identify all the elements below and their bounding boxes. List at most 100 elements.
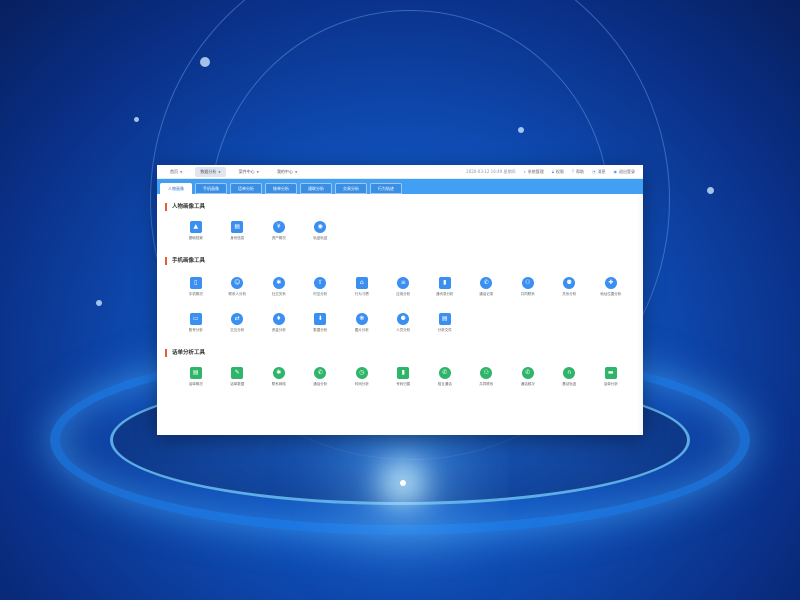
section-title: 手机画像工具 xyxy=(165,257,635,265)
chevron-down-icon: ▼ xyxy=(294,169,298,174)
group-icon: ⚈ xyxy=(397,313,410,325)
background-dot xyxy=(518,127,524,133)
tool-item[interactable]: ⚇ 共同联系 xyxy=(466,367,508,397)
car-icon: ▬ xyxy=(604,367,617,379)
tool-label: 人员分析 xyxy=(396,328,411,332)
tool-label: 资产概况 xyxy=(271,236,286,240)
id-card-icon: ▤ xyxy=(231,221,244,233)
tool-label: 数据分析 xyxy=(313,328,328,332)
top-nav-item[interactable]: 案件中心 ▼ xyxy=(234,167,264,177)
tool-item[interactable]: ▤ 分析文件 xyxy=(424,313,466,343)
top-link-label: 帮助 xyxy=(576,168,584,174)
tool-item[interactable]: ☺ 联系人分析 xyxy=(217,277,259,307)
top-link[interactable]: ? 帮助 xyxy=(572,169,584,175)
top-bar: 首页 ▼ 数据分析 ▼ 案件中心 ▼ 我的中心 ▼ 2020-03-12 16:49 星期四 … xyxy=(157,165,643,179)
tool-item[interactable]: ▯ 手机概况 xyxy=(175,277,217,307)
tab-item[interactable]: 人物画像 xyxy=(160,183,192,194)
app-window: 首页 ▼ 数据分析 ▼ 案件中心 ▼ 我的中心 ▼ 2020-03-12 16:49 星期四 … xyxy=(157,165,643,435)
top-link[interactable]: ◔ 消息 xyxy=(592,169,606,175)
tool-item[interactable]: ❋ 图片分析 xyxy=(341,313,383,343)
network-icon: ✱ xyxy=(272,367,285,379)
headset-icon: ∩ xyxy=(563,367,576,379)
tool-label: 联系人分析 xyxy=(228,292,247,296)
top-link-label: 系统管理 xyxy=(527,168,544,174)
tool-item[interactable]: ♦ 资金分析 xyxy=(258,313,300,343)
tool-item[interactable]: ⚇ 共同联系 xyxy=(507,277,549,307)
home-icon: ⌂ xyxy=(355,277,368,289)
tool-item[interactable]: ▭ 账号分析 xyxy=(175,313,217,343)
tool-item[interactable]: ◉ 轨迹轨迹 xyxy=(300,221,342,251)
tab-item[interactable]: 手机画像 xyxy=(195,183,227,194)
tool-item[interactable]: ▲ 基础档案 xyxy=(175,221,217,251)
tool-item[interactable]: ◷ 时间分析 xyxy=(341,367,383,397)
clock-icon: ◷ xyxy=(355,367,368,379)
tool-label: 基站轨迹 xyxy=(562,382,577,386)
tool-item[interactable]: ⚉ 关系分析 xyxy=(549,277,591,307)
aperture-icon: ❋ xyxy=(355,313,368,325)
top-link[interactable]: 🔒︎ 权限 xyxy=(552,169,564,175)
tool-item[interactable]: ✱ 社交关系 xyxy=(258,277,300,307)
tool-item[interactable]: ✱ 联系网络 xyxy=(258,367,300,397)
tool-label: 话单分析 xyxy=(603,382,618,386)
tab-bar: 人物画像 手机画像 话单分析 账单分析 通联分析 交易分析 行为轨迹 xyxy=(157,179,643,194)
tool-item[interactable]: ⇧ 时空分析 xyxy=(300,277,342,307)
person-card-icon: ▲ xyxy=(189,221,202,233)
background-dot xyxy=(707,187,714,194)
tool-label: 手机概况 xyxy=(188,292,203,296)
users-icon: ⚇ xyxy=(480,367,493,379)
tool-item[interactable]: ✚ 地址位置分析 xyxy=(590,277,632,307)
top-nav-item[interactable]: 首页 ▼ xyxy=(165,167,187,177)
tool-label: 话单数据 xyxy=(230,382,245,386)
tool-item[interactable]: ✆ 通话记录 xyxy=(466,277,508,307)
exchange-icon: ⇄ xyxy=(231,313,244,325)
tab-item[interactable]: 账单分析 xyxy=(265,183,297,194)
tool-item[interactable]: ✆ 通话频次 xyxy=(507,367,549,397)
tool-item[interactable]: ⌂ 行为习惯 xyxy=(341,277,383,307)
tool-item[interactable]: ✆ 相互通话 xyxy=(424,367,466,397)
top-link[interactable]: ⌕ 系统管理 xyxy=(523,169,543,175)
address-book-icon: ▮ xyxy=(397,367,410,379)
location-icon: ◉ xyxy=(314,221,327,233)
tool-label: 交互分析 xyxy=(230,328,245,332)
tab-item[interactable]: 行为轨迹 xyxy=(370,183,402,194)
tool-item[interactable]: ≡ 应用分析 xyxy=(383,277,425,307)
tool-label: 分析文件 xyxy=(437,328,452,332)
tab-item[interactable]: 话单分析 xyxy=(230,183,262,194)
rocket-icon: ⇧ xyxy=(314,277,327,289)
tool-item[interactable]: ⚈ 人员分析 xyxy=(383,313,425,343)
tool-label: 联系网络 xyxy=(271,382,286,386)
tool-label: 图片分析 xyxy=(354,328,369,332)
tool-item[interactable]: ⇄ 交互分析 xyxy=(217,313,259,343)
lock-icon: 🔒︎ xyxy=(551,169,554,174)
tool-item[interactable]: ✎ 话单数据 xyxy=(217,367,259,397)
call-icon: ✆ xyxy=(314,367,327,379)
tool-label: 话单概况 xyxy=(188,382,203,386)
tool-label: 号码归属 xyxy=(396,382,411,386)
chevron-down-icon: ▼ xyxy=(180,169,183,174)
tool-grid: ▭ 账号分析 ⇄ 交互分析 ♦ 资金分析 ⬇ 数据分析 ❋ 图片分析 ⚈ 人员分析 ▤ 分析文件 xyxy=(165,313,635,343)
tool-grid: ▤ 话单概况 ✎ 话单数据 ✱ 联系网络 ✆ 通话分析 ◷ 时间分析 ▮ 号码归属 ✆ 相互通话 ⚇ 共同联系… xyxy=(165,367,635,397)
tool-item[interactable]: ✆ 通话分析 xyxy=(300,367,342,397)
top-nav-item[interactable]: 我的中心 ▼ xyxy=(272,167,302,177)
tool-item[interactable]: ▬ 话单分析 xyxy=(590,367,632,397)
tool-item[interactable]: ∩ 基站轨迹 xyxy=(549,367,591,397)
download-icon: ⬇ xyxy=(314,313,327,325)
tool-item[interactable]: ⬇ 数据分析 xyxy=(300,313,342,343)
tool-item[interactable]: ▮ 号码归属 xyxy=(383,367,425,397)
help-icon: ? xyxy=(571,169,574,174)
top-nav-label: 案件中心 xyxy=(238,168,255,174)
tool-item[interactable]: ▮ 通讯录分析 xyxy=(424,277,466,307)
top-right-links: 2020-03-12 16:49 星期四 ⌕ 系统管理 🔒︎ 权限? 帮助 ◔ 消息 ◉ 退出登… xyxy=(466,169,635,175)
top-nav-item[interactable]: 数据分析 ▼ xyxy=(195,166,226,177)
top-link[interactable]: ◉ 退出登录 xyxy=(614,169,636,175)
tool-item[interactable]: ¥ 资产概况 xyxy=(258,221,300,251)
tool-label: 通话频次 xyxy=(520,382,535,386)
tool-label: 应用分析 xyxy=(396,292,411,296)
tab-item[interactable]: 交易分析 xyxy=(335,183,367,194)
call-forward-icon: ✆ xyxy=(438,367,451,379)
tab-item[interactable]: 通联分析 xyxy=(300,183,332,194)
tool-item[interactable]: ▤ 话单概况 xyxy=(175,367,217,397)
users-icon: ⚇ xyxy=(521,277,534,289)
tool-label: 共同联系 xyxy=(520,292,535,296)
tool-item[interactable]: ▤ 身份信息 xyxy=(217,221,259,251)
